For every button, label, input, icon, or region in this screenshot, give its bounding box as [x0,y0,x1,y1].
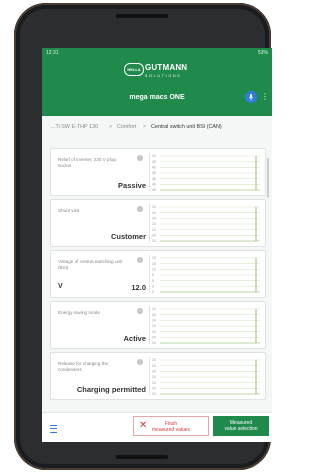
card-divider [149,153,150,191]
logo-sub: SOLUTIONS [145,74,182,78]
app-header: 12:31 53% HELLA GUTMANN SOLUTIONS mega m… [42,48,272,116]
y-tick-label: 24 [152,370,156,374]
y-tick-label: 24 [152,358,156,362]
value-label: Relief of inverter, 230 V plug socket [58,157,116,168]
breadcrumb: ...Ti SW E-THP 130 > Comfort > Central s… [42,121,272,133]
value-text: Customer [110,232,146,241]
y-tick-label: 24 [152,375,156,379]
app-title: mega macs ONE [129,94,185,101]
info-icon[interactable]: i [137,359,143,365]
value-label: Shunt visit [58,208,80,213]
y-tick-label: 15 [152,262,156,266]
screen: 12:31 53% HELLA GUTMANN SOLUTIONS mega m… [42,48,272,442]
y-tick-label: 24 [152,392,156,396]
info-icon[interactable]: i [137,155,143,161]
breadcrumb-item-engine[interactable]: ...Ti SW E-THP 130 [51,124,98,130]
y-tick-label: 10 [152,154,156,158]
y-tick-label: 0 [152,290,154,294]
measured-value-card[interactable]: Relief of inverter, 230 V plug socket i … [50,148,266,196]
value-sparkline: 15 15 129 6 30 [152,256,260,294]
info-icon[interactable]: i [137,206,143,212]
overflow-menu-icon[interactable]: ⋮ [261,92,269,104]
y-tick-label: 24 [152,324,156,328]
breadcrumb-separator-icon: > [143,124,147,130]
breadcrumb-item-current: Central switch unit BSI (CAN) [151,124,222,130]
y-tick-label: 4E [152,177,157,181]
y-tick-label: 24 [152,205,156,209]
y-tick-label: 9 [152,273,154,277]
y-tick-label: 04 [152,364,156,368]
y-tick-label: 24 [152,341,156,345]
y-tick-label: 24 [152,239,156,243]
value-sparkline: 24042424242424 [152,205,260,243]
device-bottom-bar [116,455,168,459]
value-text: 12.0 [131,283,146,292]
logo-badge: HELLA [124,63,144,76]
status-time: 12:31 [46,50,59,56]
y-tick-label: 4E [152,166,157,170]
card-divider [149,255,150,293]
breadcrumb-item-comfort[interactable]: Comfort [117,124,136,130]
breadcrumb-separator-icon: > [109,124,113,130]
y-tick-label: 24 [152,330,156,334]
y-tick-label: 24 [152,228,156,232]
bottom-bar: ✕ Flash measured values Measured value s… [42,412,272,442]
measured-value-card[interactable]: Shunt visit i Customer 24 04 24 24 24 24 24 [50,199,266,247]
status-bar: 12:31 53% [42,48,272,59]
close-icon: ✕ [139,420,148,431]
value-label: Release for charging the condensers [58,361,109,372]
y-tick-label: 24 [152,387,156,391]
value-text: Charging permitted [76,385,146,394]
logo-name: GUTMANN [145,63,188,72]
scrollbar[interactable] [267,158,269,198]
flash-measured-values-button[interactable]: ✕ Flash measured values [133,416,209,436]
value-text: Passive [118,181,146,190]
y-tick-label: 6 [152,279,154,283]
y-tick-label: 15 [152,256,156,260]
speaker-grille [116,14,168,18]
value-text: Active [123,334,146,343]
microphone-button[interactable] [245,91,257,103]
card-divider [149,204,150,242]
y-tick-label: 4E [152,188,157,192]
info-icon[interactable]: i [137,257,143,263]
measured-value-card[interactable]: Release for charging the condensers i Ch… [50,352,266,400]
measured-value-card[interactable]: Voltage of central switching unit (BSI) … [50,250,266,298]
menu-icon[interactable] [50,425,57,433]
y-tick-label: 12 [152,268,156,272]
brand-logo: HELLA GUTMANN SOLUTIONS [124,63,204,83]
measured-label-line2: value selection [224,426,258,432]
info-icon[interactable]: i [137,308,143,314]
y-tick-label: 04 [152,211,156,215]
y-tick-label: 24 [152,336,156,340]
y-tick-label: 04 [152,313,156,317]
y-tick-label: 4E [152,160,157,164]
y-tick-label: 4E [152,183,157,187]
y-tick-label: 3 [152,285,154,289]
card-divider [149,306,150,344]
device-frame: 12:31 53% HELLA GUTMANN SOLUTIONS mega m… [14,3,272,470]
value-label: Energy saving mode [58,310,100,315]
measured-value-card[interactable]: Energy saving mode i Active 24 04 24 24 24 24… [50,301,266,349]
value-label: Voltage of central switching unit (BSI) [58,259,123,270]
microphone-icon [248,93,254,101]
y-tick-label: 24 [152,307,156,311]
value-sparkline: 24042424242424 [152,307,260,345]
measured-value-selection-button[interactable]: Measured value selection [213,416,269,436]
card-divider [149,357,150,395]
unit-text: V [58,283,63,290]
y-tick-label: 4E [152,171,157,175]
y-tick-label: 24 [152,222,156,226]
y-tick-label: 24 [152,217,156,221]
y-tick-label: 24 [152,234,156,238]
value-sparkline: 104E4E4E4E4E4E [152,154,260,192]
y-tick-label: 24 [152,319,156,323]
value-sparkline: 24042424242424 [152,358,260,396]
status-battery: 53% [257,50,268,56]
y-tick-label: 24 [152,381,156,385]
